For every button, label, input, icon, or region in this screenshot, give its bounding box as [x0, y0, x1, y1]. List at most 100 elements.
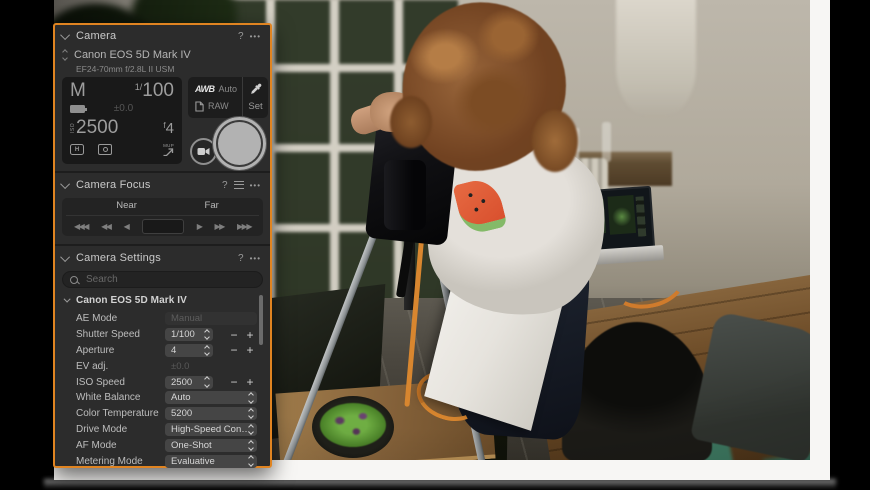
- setting-row-ev-adj: EV adj. ±0.0: [76, 360, 190, 372]
- more-options-icon[interactable]: •••: [250, 254, 261, 263]
- collapse-chevron-icon[interactable]: [60, 178, 71, 189]
- stepper-chevrons-icon: [248, 392, 254, 404]
- spot-metering-icon: [98, 144, 112, 155]
- search-icon: [70, 275, 78, 284]
- shutter-speed-increase-button[interactable]: +: [243, 329, 257, 341]
- focus-far-medium-button[interactable]: ▶▶: [215, 222, 226, 231]
- shutter-speed-value: 100: [142, 80, 174, 101]
- stepper-chevrons-icon: [248, 439, 254, 451]
- setting-row-aperture: Aperture 4 − +: [55, 343, 270, 359]
- memory-card-icon: H: [70, 144, 84, 155]
- white-balance-row[interactable]: AWB Auto: [195, 84, 242, 94]
- collapse-chevron-icon: [63, 295, 71, 303]
- setting-row-color-temperature: Color Temperature 5200: [55, 406, 270, 422]
- setting-row-shutter-speed: Shutter Speed 1/100 − +: [55, 327, 270, 343]
- mirror-up-arrow-icon: [163, 148, 174, 156]
- shutter-fraction-prefix: 1/: [134, 82, 143, 92]
- section-divider: [55, 244, 270, 246]
- capture-shutter-button[interactable]: [212, 116, 267, 171]
- af-mode-dropdown[interactable]: One-Shot: [165, 438, 257, 452]
- iso-value: 2500: [76, 117, 119, 138]
- settings-search-box: [62, 271, 263, 288]
- lcd-row-exposure: M 1/ 100: [70, 80, 174, 102]
- mirror-up-indicator: MUP: [163, 143, 174, 156]
- file-format-row[interactable]: RAW: [195, 100, 242, 112]
- hamburger-menu-icon[interactable]: [233, 181, 244, 189]
- focus-far-small-button[interactable]: ▶: [197, 222, 203, 231]
- metering-mode-dropdown[interactable]: Evaluative: [165, 454, 257, 468]
- collapse-chevron-icon[interactable]: [60, 251, 71, 262]
- camera-tool-panel: Camera ? ••• Canon EOS 5D Mark IV EF24-7…: [53, 23, 272, 468]
- stepper-chevrons-icon: [248, 408, 254, 420]
- search-input[interactable]: [84, 273, 255, 286]
- settings-rows: AE Mode Manual Shutter Speed 1/100 − + A…: [55, 311, 270, 469]
- setting-row-metering-mode: Metering Mode Evaluative: [55, 453, 270, 469]
- help-icon[interactable]: ?: [222, 180, 228, 191]
- battery-icon: [70, 104, 87, 113]
- aperture-decrease-button[interactable]: −: [227, 344, 241, 356]
- up-down-selector-icon: [62, 49, 68, 61]
- iso-label: ISO: [70, 122, 76, 133]
- awb-icon: AWB: [195, 83, 215, 94]
- far-label: Far: [204, 200, 219, 211]
- color-temperature-dropdown[interactable]: 5200: [165, 407, 257, 421]
- lens-name: EF24-70mm f/2.8L II USM: [76, 64, 175, 74]
- section-divider: [55, 171, 270, 173]
- settings-scrollbar-thumb[interactable]: [259, 295, 263, 345]
- exposure-mode-value: M: [70, 80, 86, 101]
- settings-panel-header: Camera Settings ? •••: [55, 247, 270, 269]
- shutter-speed-dropdown[interactable]: 1/100: [165, 328, 213, 342]
- more-options-icon[interactable]: •••: [250, 181, 261, 190]
- ev-adj-value-disabled: ±0.0: [171, 360, 190, 372]
- ae-mode-field-disabled: Manual: [165, 312, 257, 326]
- focus-near-small-button[interactable]: ◀: [124, 222, 130, 231]
- collapse-chevron-icon[interactable]: [60, 29, 71, 40]
- focus-step-input[interactable]: [141, 218, 184, 234]
- stepper-chevrons-icon: [248, 423, 254, 436]
- white-balance-value: Auto: [218, 83, 238, 94]
- iso-speed-dropdown[interactable]: 2500: [165, 375, 213, 389]
- near-label: Near: [116, 200, 137, 211]
- iso-decrease-button[interactable]: −: [227, 376, 241, 388]
- setting-row-white-balance: White Balance Auto: [55, 390, 270, 406]
- wb-pick-column: Set: [242, 77, 268, 118]
- ev-compensation-value: ±0.0: [113, 103, 134, 114]
- stepper-chevrons-icon: [204, 344, 210, 357]
- white-balance-dropdown[interactable]: Auto: [165, 391, 257, 405]
- camera-lcd-display: M 1/ 100 ±0.0 ISO 2500 f 4 H MUP: [62, 77, 182, 164]
- drive-mode-dropdown[interactable]: High-Speed Con…: [165, 422, 257, 436]
- focus-panel-title: Camera Focus: [76, 179, 151, 191]
- stepper-chevrons-icon: [204, 329, 210, 341]
- settings-panel-title: Camera Settings: [76, 252, 161, 264]
- aperture-dropdown[interactable]: 4: [165, 343, 213, 357]
- camera-device-selector[interactable]: Canon EOS 5D Mark IV: [62, 49, 191, 61]
- more-options-icon[interactable]: •••: [250, 32, 261, 41]
- iso-increase-button[interactable]: +: [243, 376, 257, 388]
- camcorder-icon: [197, 148, 210, 155]
- focus-far-large-button[interactable]: ▶▶▶: [237, 222, 252, 231]
- eyedropper-icon[interactable]: [250, 83, 262, 95]
- camera-panel-header: Camera ? •••: [55, 25, 270, 47]
- focus-near-large-button[interactable]: ◀◀◀: [74, 222, 89, 231]
- setting-row-af-mode: AF Mode One-Shot: [55, 437, 270, 453]
- camera-device-name: Canon EOS 5D Mark IV: [74, 49, 191, 61]
- lcd-row-battery: ±0.0: [70, 103, 174, 114]
- help-icon[interactable]: ?: [238, 31, 244, 42]
- focus-near-medium-button[interactable]: ◀◀: [101, 222, 112, 231]
- camera-panel-title: Camera: [76, 30, 117, 42]
- file-format-value: RAW: [208, 101, 229, 111]
- stepper-chevrons-icon: [204, 376, 210, 388]
- raw-file-icon: [195, 100, 204, 112]
- help-icon[interactable]: ?: [238, 253, 244, 264]
- stepper-chevrons-icon: [248, 455, 254, 467]
- aperture-value: 4: [165, 120, 174, 137]
- aperture-increase-button[interactable]: +: [243, 344, 257, 356]
- set-white-balance-button[interactable]: Set: [248, 101, 262, 112]
- settings-group-name: Canon EOS 5D Mark IV: [76, 295, 187, 306]
- focus-step-buttons: ◀◀◀ ◀◀ ◀ ▶ ▶▶ ▶▶▶: [62, 216, 263, 236]
- setting-row-drive-mode: Drive Mode High-Speed Con…: [55, 422, 270, 438]
- setting-row-ae-mode: AE Mode Manual: [55, 311, 270, 327]
- wb-format-column: AWB Auto RAW: [188, 77, 242, 118]
- shutter-speed-decrease-button[interactable]: −: [227, 329, 241, 341]
- settings-group-header[interactable]: Canon EOS 5D Mark IV: [63, 295, 187, 306]
